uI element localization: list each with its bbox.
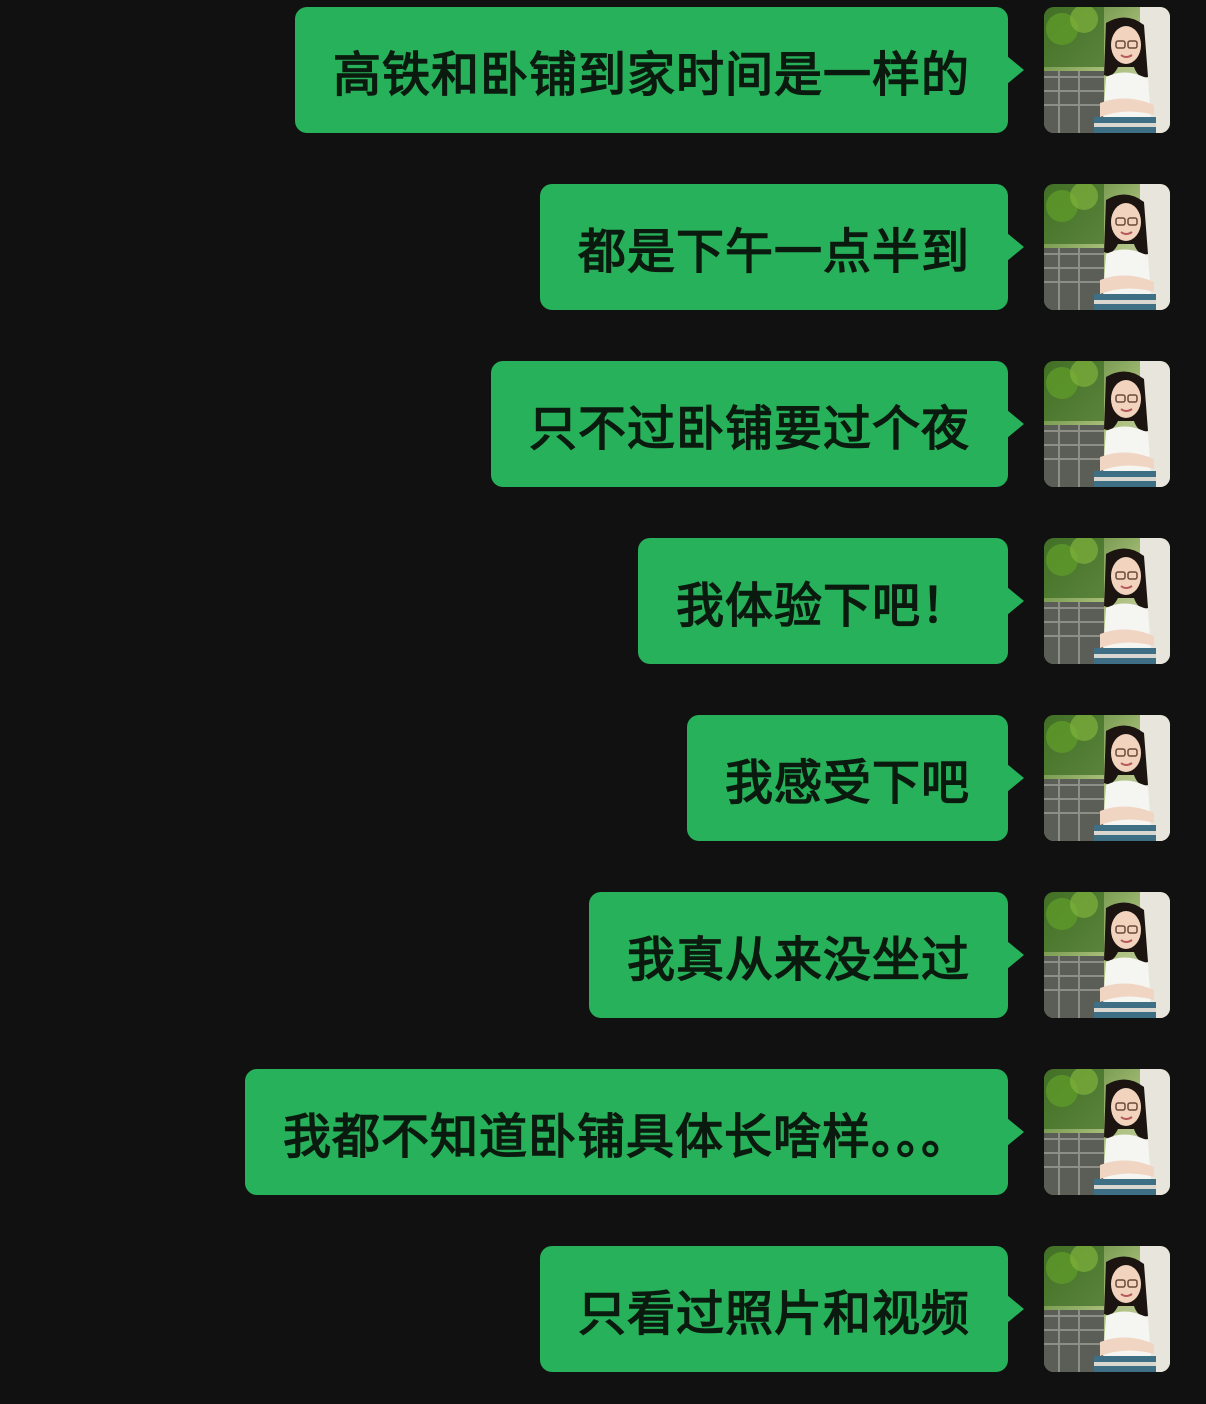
message-row: 高铁和卧铺到家时间是一样的: [0, 7, 1206, 133]
user-avatar[interactable]: [1044, 1069, 1170, 1195]
message-text: 我都不知道卧铺具体长啥样。。。: [282, 1109, 970, 1165]
message-bubble[interactable]: 我体验下吧！: [637, 538, 1025, 664]
message-bubble[interactable]: 我真从来没坐过: [588, 892, 1025, 1018]
user-avatar[interactable]: [1044, 892, 1170, 1018]
user-avatar[interactable]: [1044, 715, 1170, 841]
user-avatar[interactable]: [1044, 538, 1170, 664]
message-row: 只不过卧铺要过个夜: [0, 361, 1206, 487]
user-avatar[interactable]: [1044, 361, 1170, 487]
user-avatar[interactable]: [1044, 184, 1170, 310]
message-row: 我体验下吧！: [0, 538, 1206, 664]
chat-message-list[interactable]: 高铁和卧铺到家时间是一样的 都是下午一点半到 只不过卧铺要过个夜 我体验下吧！ …: [0, 0, 1206, 1404]
message-row: 只看过照片和视频: [0, 1246, 1206, 1372]
message-text: 我体验下吧！: [675, 578, 970, 634]
message-row: 我真从来没坐过: [0, 892, 1206, 1018]
message-text: 我感受下吧: [724, 755, 970, 811]
message-bubble[interactable]: 我都不知道卧铺具体长啥样。。。: [244, 1069, 1025, 1195]
message-row: 我都不知道卧铺具体长啥样。。。: [0, 1069, 1206, 1195]
message-text: 只不过卧铺要过个夜: [528, 401, 970, 457]
message-bubble[interactable]: 只不过卧铺要过个夜: [490, 361, 1025, 487]
user-avatar[interactable]: [1044, 1246, 1170, 1372]
message-row: 都是下午一点半到: [0, 184, 1206, 310]
message-text: 只看过照片和视频: [577, 1286, 970, 1342]
message-bubble[interactable]: 高铁和卧铺到家时间是一样的: [294, 7, 1025, 133]
message-text: 我真从来没坐过: [626, 932, 970, 988]
message-row: 我感受下吧: [0, 715, 1206, 841]
message-text: 高铁和卧铺到家时间是一样的: [332, 47, 970, 103]
message-bubble[interactable]: 只看过照片和视频: [539, 1246, 1025, 1372]
message-bubble[interactable]: 我感受下吧: [686, 715, 1025, 841]
user-avatar[interactable]: [1044, 7, 1170, 133]
message-bubble[interactable]: 都是下午一点半到: [539, 184, 1025, 310]
message-text: 都是下午一点半到: [577, 224, 970, 280]
